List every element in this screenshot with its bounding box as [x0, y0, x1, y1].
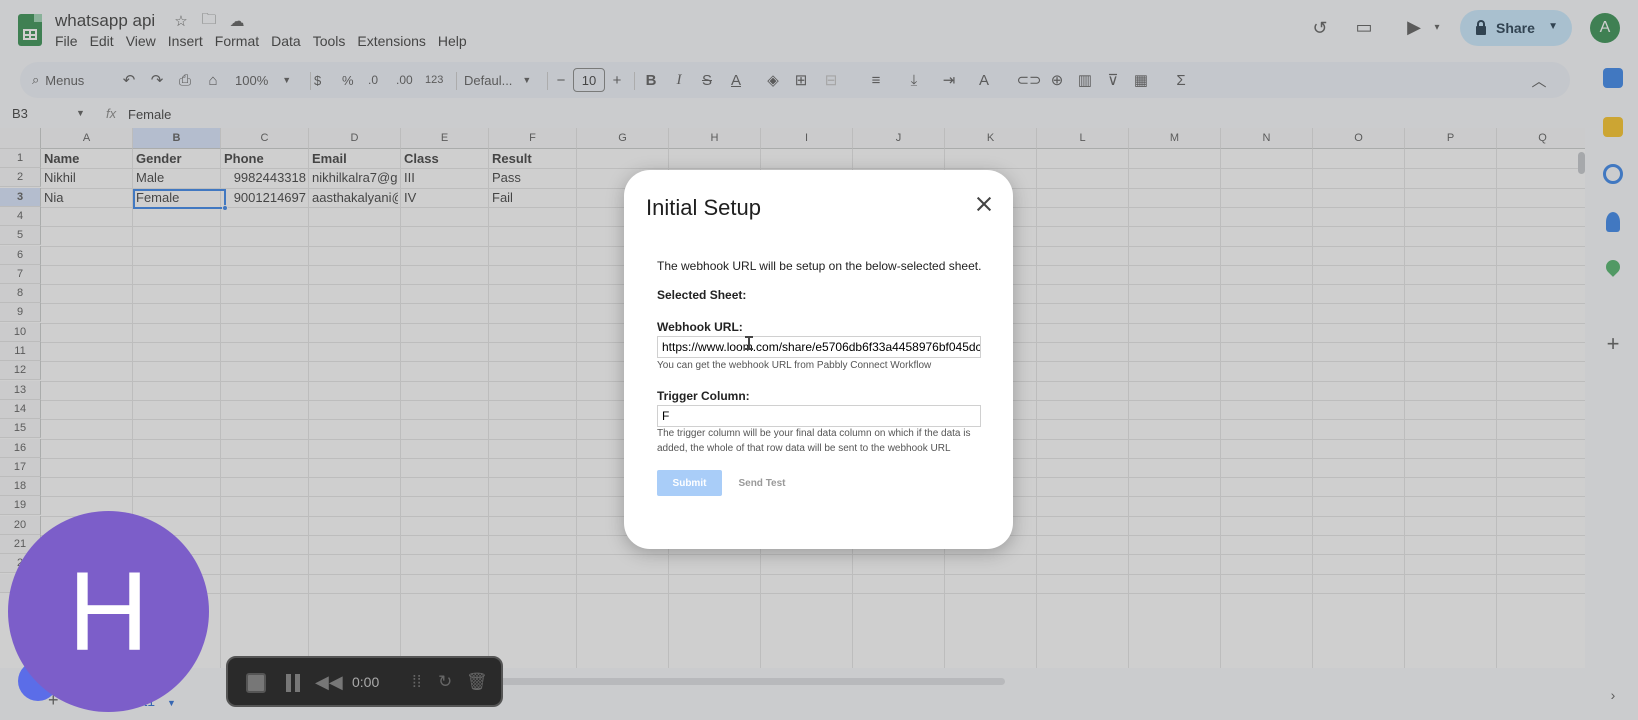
trigger-column-input[interactable]: F — [657, 405, 981, 427]
selected-sheet-label: Selected Sheet: — [657, 288, 747, 302]
send-test-button[interactable]: Send Test — [732, 470, 792, 496]
drag-handle-icon[interactable]: ⁞⁞ — [412, 672, 421, 692]
webhook-url-input[interactable]: https://www.loom.com/share/e5706db6f33a4… — [657, 336, 981, 358]
trigger-help-text: The trigger column will be your final da… — [657, 428, 971, 454]
text-cursor-icon — [745, 336, 753, 350]
dialog-title: Initial Setup — [646, 195, 761, 220]
dialog-intro: The webhook URL will be setup on the bel… — [657, 259, 982, 273]
rewind-icon[interactable]: ◀◀ — [315, 672, 343, 693]
recording-timer: 0:00 — [352, 674, 380, 690]
delete-icon[interactable]: 🗑 — [466, 672, 488, 692]
restart-icon[interactable]: ↻ — [438, 672, 452, 692]
webhook-help-text: You can get the webhook URL from Pabbly … — [657, 360, 932, 371]
submit-button[interactable]: Submit — [657, 470, 722, 496]
trigger-column-label: Trigger Column: — [657, 389, 750, 403]
stop-recording-icon[interactable] — [246, 673, 266, 693]
camera-bubble-avatar[interactable]: H — [8, 511, 209, 712]
recording-controls: ◀◀ 0:00 ⁞⁞ ↻ 🗑 — [226, 656, 503, 707]
initial-setup-dialog: Initial Setup The webhook URL will be se… — [624, 170, 1013, 549]
webhook-url-label: Webhook URL: — [657, 320, 743, 334]
pause-icon[interactable] — [286, 674, 300, 692]
close-icon[interactable] — [972, 192, 996, 216]
